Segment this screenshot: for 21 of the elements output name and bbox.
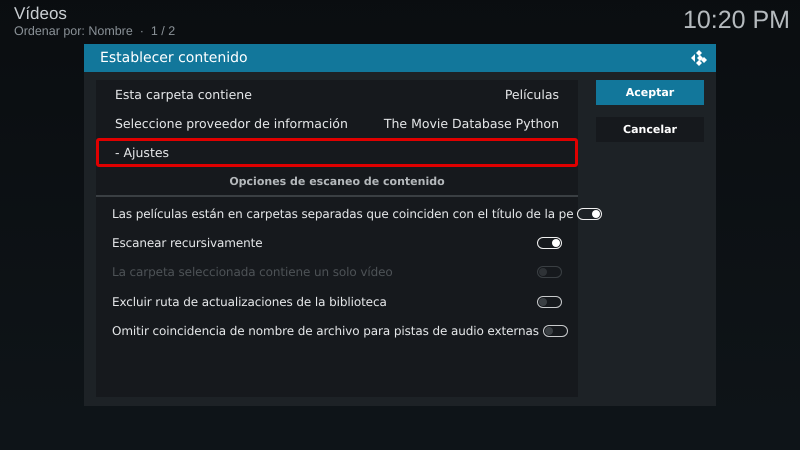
option-label: La carpeta seleccionada contiene un solo vídeo <box>112 265 393 280</box>
dialog-button[interactable]: Aceptar <box>596 80 704 105</box>
setting-row[interactable]: Esta carpeta contiene Películas <box>96 80 578 109</box>
option-label: Omitir coincidencia de nombre de archivo para pistas de audio externas <box>112 324 539 338</box>
option-label: Las películas están en carpetas separadas que coinciden con el título de la pe <box>112 206 574 221</box>
logo-icon <box>690 49 708 67</box>
setting-label: - Ajustes <box>115 145 170 160</box>
sort-info: Ordenar por: Nombre · 1 / 2 <box>14 24 176 38</box>
clock: 10:20 PM <box>682 6 790 36</box>
setting-value: Películas <box>504 87 559 102</box>
setting-row[interactable]: - Ajustes <box>96 138 578 167</box>
section-title: Opciones de escaneo de contenido <box>229 174 445 188</box>
setting-row[interactable]: Seleccione proveedor de información The Movie Database Python <box>96 109 578 138</box>
option-label: Escanear recursivamente <box>112 236 263 250</box>
setting-value: The Movie Database Python <box>384 116 559 131</box>
window-title: Vídeos <box>14 4 68 24</box>
dialog-button[interactable]: Cancelar <box>596 117 704 142</box>
dialog-title: Establecer contenido <box>100 50 248 66</box>
option-label: Excluir ruta de actualizaciones de la biblioteca <box>112 294 387 309</box>
setting-label: Seleccione proveedor de información <box>115 116 348 131</box>
setting-label: Esta carpeta contiene <box>115 87 252 102</box>
